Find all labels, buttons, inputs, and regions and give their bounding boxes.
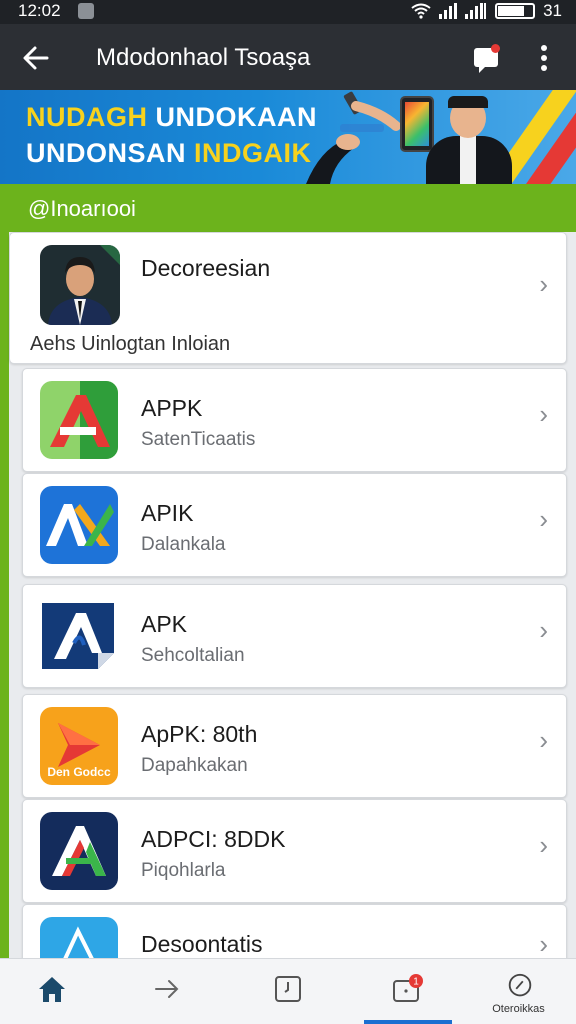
app-subtitle: Piqohlarla xyxy=(141,860,226,881)
status-bar: 12:02 31 xyxy=(0,0,576,24)
arrow-left-icon xyxy=(23,46,49,70)
bottom-navigation: 1 Oteroikkas xyxy=(0,958,576,1024)
app-title: APPK xyxy=(141,395,203,421)
status-indicators: 31 xyxy=(411,1,562,21)
message-badge-icon: 1 xyxy=(393,974,423,1002)
battery-icon xyxy=(495,3,536,19)
app-title: Desoontatis xyxy=(141,931,263,957)
page-title: Mdodonhaol Tsoaşa xyxy=(96,44,311,71)
wifi-icon xyxy=(411,3,431,19)
chevron-right-icon: › xyxy=(539,399,548,429)
battery-text: 31 xyxy=(543,1,562,20)
more-options-button[interactable] xyxy=(530,40,558,76)
chevron-right-icon: › xyxy=(539,504,548,534)
banner-line-1-highlight: NUDAGH xyxy=(26,102,148,132)
app-card[interactable]: ADPCI: 8DDK Piqohlarla › xyxy=(22,799,567,903)
app-subtitle: Dalankala xyxy=(141,534,226,555)
banner-line-2: UNDONSAN INDGAIK xyxy=(26,138,312,169)
app-bar: Mdodonhaol Tsoaşa xyxy=(0,24,576,90)
signal-icon xyxy=(439,3,458,19)
section-title: @Inoarıooi xyxy=(28,196,136,221)
app-subtitle: Sehcoltalian xyxy=(141,645,245,666)
messages-badge-count: 1 xyxy=(413,977,419,988)
nav-timer[interactable] xyxy=(230,959,345,1024)
chevron-right-icon: › xyxy=(539,725,548,755)
app-card[interactable]: APK Sehcoltalian › xyxy=(22,584,567,688)
signal-icon-2 xyxy=(465,3,487,19)
orange-play-arrow-icon: Den Godcc xyxy=(40,707,118,785)
featured-avatar xyxy=(40,245,120,325)
blue-ax-logo-icon xyxy=(40,486,118,564)
more-vert-icon xyxy=(541,45,547,71)
app-card[interactable]: APIK Dalankala › xyxy=(22,473,567,577)
nav-forward[interactable] xyxy=(115,959,230,1024)
hands-illustration-icon xyxy=(306,91,400,184)
app-subtitle: SatenTicaatis xyxy=(141,429,256,450)
chevron-right-icon: › xyxy=(539,830,548,860)
banner-line-2-start: UNDONSAN xyxy=(26,138,187,168)
home-icon xyxy=(39,977,65,1002)
app-card[interactable]: APPK SatenTicaatis › xyxy=(22,368,567,472)
green-triangle-a-icon xyxy=(40,381,118,459)
arrow-right-icon xyxy=(155,980,179,998)
status-time: 12:02 xyxy=(18,1,61,20)
app-title: ADPCI: 8DDK xyxy=(141,826,286,852)
presenter-shirt xyxy=(460,136,476,184)
active-tab-indicator xyxy=(364,1020,452,1024)
banner-line-1-rest: UNDOKAAN xyxy=(155,102,318,132)
featured-caption: Aehs Uinlogtan Inloian xyxy=(30,333,231,355)
nav-home[interactable] xyxy=(0,959,115,1024)
notification-app-icon xyxy=(78,3,94,19)
app-title: APIK xyxy=(141,500,194,526)
section-header: @Inoarıooi xyxy=(0,184,576,232)
nav-search[interactable]: Oteroikkas xyxy=(461,959,576,1024)
back-button[interactable] xyxy=(16,38,56,78)
navy-a-sticker-icon xyxy=(40,597,118,675)
chevron-right-icon: › xyxy=(539,269,548,299)
banner-line-2-highlight: INDGAIK xyxy=(194,138,312,168)
chevron-right-icon: › xyxy=(539,929,548,959)
nav-messages[interactable]: 1 xyxy=(345,959,460,1024)
banner-line-1: NUDAGH UNDOKAAN xyxy=(26,102,317,133)
person-avatar-icon xyxy=(40,245,120,325)
presenter-illustration xyxy=(420,96,520,184)
chat-button[interactable] xyxy=(470,42,502,74)
presenter-hat xyxy=(448,96,488,108)
app-card[interactable]: Den Godcc ApPK: 80th Dapahkakan › xyxy=(22,694,567,798)
app-title: ApPK: 80th xyxy=(141,721,258,747)
battery-fill xyxy=(498,6,525,16)
navy-tricolor-a-icon xyxy=(40,812,118,890)
chevron-right-icon: › xyxy=(539,615,548,645)
app-icon-label: Den Godcc xyxy=(47,765,111,779)
promo-banner[interactable]: NUDAGH UNDOKAAN UNDONSAN INDGAIK xyxy=(0,90,576,184)
featured-card[interactable]: Decoreesian Aehs Uinlogtan Inloian › xyxy=(9,232,567,364)
notification-dot xyxy=(491,44,500,53)
app-title: APK xyxy=(141,611,188,637)
search-compass-icon xyxy=(508,973,532,997)
featured-title: Decoreesian xyxy=(141,255,271,281)
timer-icon xyxy=(275,976,301,1002)
app-subtitle: Dapahkakan xyxy=(141,755,248,776)
section-left-rail xyxy=(0,232,9,962)
nav-search-label: Oteroikkas xyxy=(492,1003,545,1015)
